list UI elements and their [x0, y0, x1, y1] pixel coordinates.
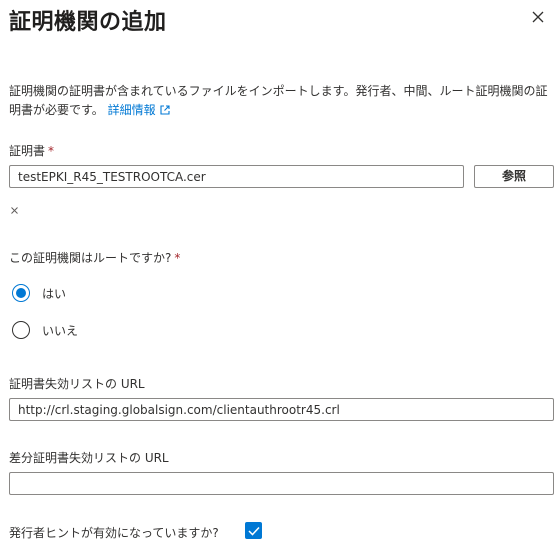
- delta-crl-url-input[interactable]: [9, 472, 554, 495]
- required-marker: *: [174, 251, 181, 265]
- crl-url-label: 証明書失効リストの URL: [9, 377, 145, 391]
- certificate-label-text: 証明書: [9, 144, 46, 158]
- checkmark-icon: [247, 526, 260, 536]
- description-text: 証明機関の証明書が含まれているファイルをインポートします。発行者、中間、ルート証…: [9, 84, 548, 117]
- certificate-label: 証明書 *: [9, 142, 54, 159]
- issuer-hints-label: 発行者ヒントが有効になっていますか?: [9, 526, 219, 540]
- radio-option-no[interactable]: いいえ: [12, 321, 78, 339]
- issuer-hints-checkbox[interactable]: [245, 522, 262, 539]
- root-question-text: この証明機関はルートですか?: [9, 251, 172, 265]
- radio-label-yes: はい: [42, 286, 67, 301]
- learn-more-link[interactable]: 詳細情報: [108, 103, 170, 117]
- external-link-icon[interactable]: [160, 102, 170, 115]
- learn-more-label[interactable]: 詳細情報: [108, 103, 156, 117]
- radio-label-no: いいえ: [42, 323, 79, 338]
- close-icon[interactable]: [531, 9, 545, 23]
- radio-button-unselected[interactable]: [12, 321, 30, 339]
- radio-option-yes[interactable]: はい: [12, 284, 66, 302]
- required-marker: *: [48, 144, 55, 158]
- root-question-label: この証明機関はルートですか? *: [9, 249, 180, 266]
- crl-url-input[interactable]: [9, 398, 554, 421]
- certificate-file-input[interactable]: [9, 165, 464, 188]
- delta-crl-url-label: 差分証明書失効リストの URL: [9, 451, 169, 465]
- clear-icon[interactable]: [10, 200, 19, 214]
- description: 証明機関の証明書が含まれているファイルをインポートします。発行者、中間、ルート証…: [9, 82, 554, 120]
- radio-button-selected[interactable]: [12, 284, 30, 302]
- panel-title: 証明機関の追加: [9, 10, 167, 35]
- browse-button[interactable]: 参照: [474, 165, 554, 188]
